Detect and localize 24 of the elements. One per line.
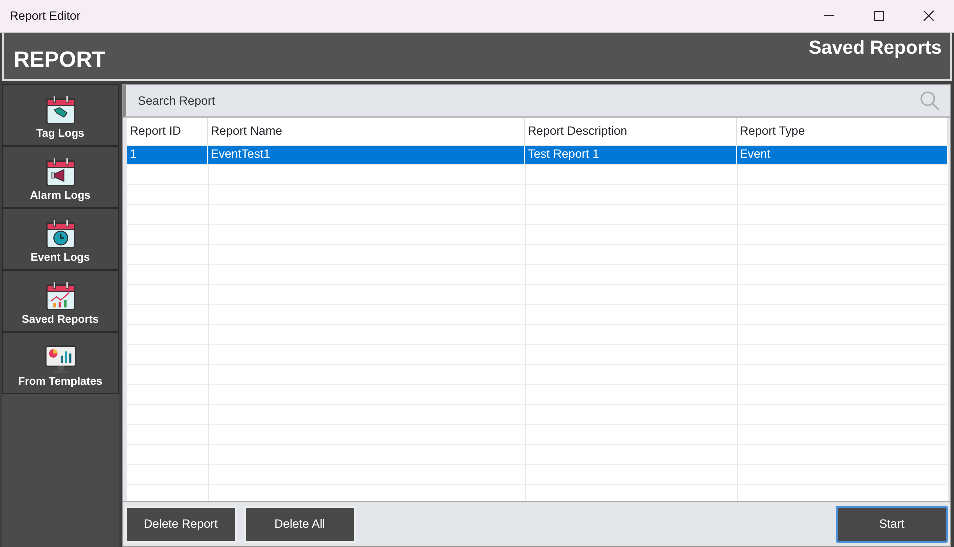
sidebar-item[interactable]: Alarm Logs — [2, 146, 119, 208]
clock-calendar-icon — [44, 218, 78, 250]
maximize-icon — [873, 10, 885, 22]
close-icon — [923, 10, 935, 22]
action-button[interactable]: Delete Report — [125, 506, 237, 542]
action-button[interactable]: Start — [836, 506, 948, 542]
chart-calendar-icon — [44, 280, 78, 312]
sidebar-item[interactable]: From Templates — [2, 332, 119, 394]
table-cell: Test Report 1 — [525, 145, 737, 165]
search-icon — [920, 91, 940, 111]
action-button[interactable]: Delete All — [244, 506, 356, 542]
window-title: Report Editor — [10, 8, 81, 25]
table-cell: EventTest1 — [208, 145, 525, 165]
sidebar-item[interactable]: Saved Reports — [2, 270, 119, 332]
sidebar-item[interactable]: Event Logs — [2, 208, 119, 270]
table-cell: 1 — [127, 145, 208, 165]
tag-calendar-icon — [44, 94, 78, 126]
app-title: REPORT — [13, 46, 106, 74]
sidebar-item[interactable]: Tag Logs — [2, 84, 119, 146]
table-cell: Event — [737, 145, 948, 165]
table-row[interactable]: 1 EventTest1 Test Report 1 Event — [127, 145, 948, 165]
megaphone-calendar-icon — [44, 156, 78, 188]
search-field[interactable]: Search Report — [123, 85, 950, 118]
page-title: Saved Reports — [808, 37, 943, 61]
